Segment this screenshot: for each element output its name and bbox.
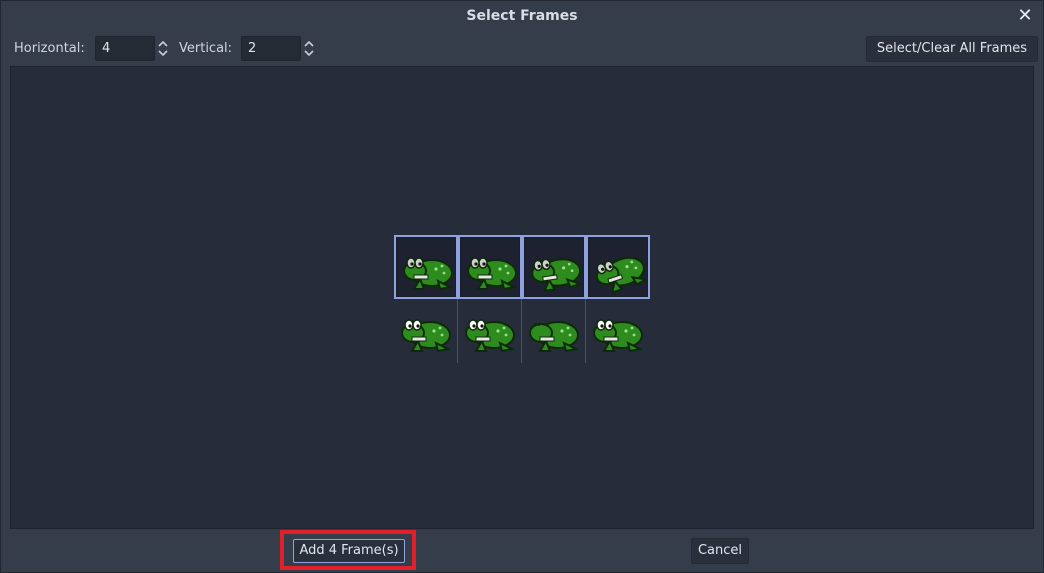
frame-cell[interactable] [394,299,458,363]
frog-stretch-icon [528,243,584,299]
close-icon[interactable]: ✕ [1015,5,1035,27]
frame-grid [394,235,650,363]
select-frames-dialog: Select Frames ✕ Horizontal: 4 Vertical: … [0,0,1044,573]
vertical-stepper-icon[interactable] [302,36,316,61]
frame-cell[interactable] [522,235,586,299]
frog-idle-icon [590,305,646,361]
vertical-spinbox[interactable]: 2 [241,36,301,61]
horizontal-label: Horizontal: [14,41,85,56]
horizontal-stepper-icon[interactable] [156,36,170,61]
horizontal-spinbox[interactable]: 4 [95,36,155,61]
frog-blink-icon [526,305,582,361]
frog-idle-icon [462,305,518,361]
dialog-footer: Add 4 Frame(s) Cancel [1,530,1043,570]
cancel-button[interactable]: Cancel [691,538,749,564]
vertical-value[interactable]: 2 [248,41,256,56]
vertical-label: Vertical: [179,41,233,56]
frame-cell[interactable] [586,235,650,299]
add-frames-button[interactable]: Add 4 Frame(s) [293,539,405,563]
frame-preview-area [10,66,1034,529]
frame-cell[interactable] [394,235,458,299]
select-clear-all-button[interactable]: Select/Clear All Frames [866,36,1038,62]
frame-cell[interactable] [458,299,522,363]
frog-jump-icon [592,243,649,299]
dialog-title: Select Frames [466,8,578,24]
frame-cell[interactable] [522,299,586,363]
frog-idle-icon [398,305,454,361]
frame-cell[interactable] [586,299,650,363]
frog-sitting-icon [400,243,456,299]
dialog-titlebar: Select Frames ✕ [1,1,1043,34]
frame-cell[interactable] [458,235,522,299]
horizontal-value[interactable]: 4 [102,41,110,56]
grid-settings-toolbar: Horizontal: 4 Vertical: 2 Select/Clear A… [1,36,1043,62]
frog-crouch-icon [464,243,520,299]
